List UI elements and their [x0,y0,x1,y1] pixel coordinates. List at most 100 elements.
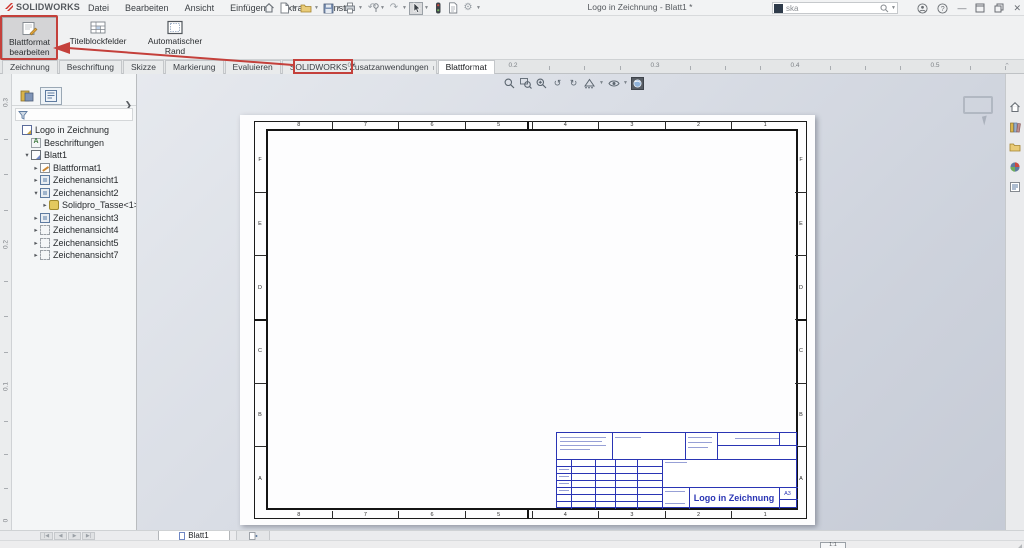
close-icon[interactable]: ✕ [1013,1,1021,15]
tree-item-label: Logo in Zeichnung [35,125,109,135]
zoom-area-icon[interactable] [519,77,532,90]
expander-closed-icon[interactable]: ▸ [41,201,49,209]
tree-item-blatt1[interactable]: ▾Blatt1 [12,149,136,162]
title-block[interactable]: Logo in Zeichnung A3 [556,432,797,508]
expander-closed-icon[interactable]: ▸ [32,164,40,172]
save-icon[interactable] [321,2,335,15]
hruler-label: 0.2 [508,62,517,69]
expander-closed-icon[interactable]: ▸ [32,239,40,247]
panel-tab-bar: ❯ [12,86,136,106]
tree-item-zeichenansicht5[interactable]: ▸Zeichenansicht5 [12,237,136,250]
feature-tree-tab[interactable] [16,87,38,105]
section-view-icon[interactable] [583,77,596,90]
chevron-down-icon[interactable]: ▼ [336,5,342,11]
options-gear-icon[interactable]: ⚙ [461,2,475,15]
tree-item-zeichenansicht1[interactable]: ▸Zeichenansicht1 [12,174,136,187]
nav-prev-icon[interactable]: ◀ [54,532,67,540]
drawing-sheet[interactable]: 87654321 87654321 FEDCBA FEDCBA [240,115,815,525]
chevron-down-icon[interactable]: ▼ [599,80,604,86]
menu-bearbeiten[interactable]: Bearbeiten [117,0,177,16]
chevron-down-icon[interactable]: ▼ [424,5,430,11]
edit-sheet-format-button[interactable]: Blattformat bearbeiten [2,17,57,59]
hruler-tick [620,66,621,70]
nav-last-icon[interactable]: ▶| [82,532,95,540]
tab-beschriftung[interactable]: Beschriftung [59,60,122,74]
chevron-down-icon[interactable]: ▼ [402,5,408,11]
tree-item-blattformat1[interactable]: ▸Blattformat1 [12,162,136,175]
tree-item-logo-in-zeichnung[interactable]: Logo in Zeichnung [12,124,136,137]
nav-next-icon[interactable]: ▶ [68,532,81,540]
solidworks-logo: SOLIDWORKS [4,2,80,12]
chevron-down-icon[interactable]: ▼ [314,5,320,11]
expander-closed-icon[interactable]: ▸ [32,251,40,259]
print-icon[interactable] [343,2,357,15]
open-folder-icon[interactable] [299,2,313,15]
nav-first-icon[interactable]: |◀ [40,532,53,540]
collapse-ribbon-icon[interactable]: ⌃ [1004,62,1010,70]
chevron-down-icon[interactable]: ▼ [358,5,364,11]
hide-show-icon[interactable] [607,77,620,90]
search-icon[interactable] [877,4,891,13]
search-box[interactable]: ▼ [772,2,898,14]
expander-closed-icon[interactable]: ▸ [32,176,40,184]
tree-item-label: Zeichenansicht4 [53,225,119,235]
tree-item-zeichenansicht2[interactable]: ▾Zeichenansicht2 [12,187,136,200]
file-explorer-icon[interactable] [1008,140,1022,154]
view-settings-icon[interactable] [631,77,644,90]
file-properties-icon[interactable] [446,2,460,15]
tree-filter[interactable] [15,108,133,121]
restore-icon[interactable] [975,3,985,13]
expander-closed-icon[interactable]: ▸ [32,214,40,222]
menu-datei[interactable]: Datei [80,0,117,16]
cascade-icon[interactable] [994,3,1004,13]
chevron-down-icon[interactable]: ▼ [380,5,386,11]
chevron-down-icon[interactable]: ▼ [891,5,897,11]
minimize-icon[interactable]: — [957,1,966,15]
tab-evaluieren[interactable]: Evaluieren [225,60,281,74]
tab-zeichnung[interactable]: Zeichnung [2,60,58,74]
expander-closed-icon[interactable]: ▸ [32,226,40,234]
automatic-border-button[interactable]: Automatischer Rand [137,17,213,59]
zone-label: 4 [533,121,600,129]
tab-skizze[interactable]: Skizze [123,60,164,74]
user-account-icon[interactable] [917,3,928,14]
search-input[interactable] [786,4,877,13]
sheet-scale[interactable]: 1:1 [820,542,846,548]
zoom-inout-icon[interactable] [535,77,548,90]
graphics-area[interactable]: ↺ ↻ ▼ ▼ 87654321 87654321 FEDCBA FEDCBA [137,74,1005,530]
empty-view-icon [40,250,50,260]
rebuild-icon[interactable] [431,2,445,15]
previous-view-icon[interactable]: ↺ [551,77,564,90]
chevron-down-icon[interactable]: ▼ [292,5,298,11]
design-library-icon[interactable] [1008,120,1022,134]
title-block-fields-button[interactable]: Titelblockfelder [61,17,135,59]
expander-open-icon[interactable]: ▾ [32,189,40,197]
solidworks-resources-icon[interactable] [1008,100,1022,114]
tree-item-beschriftungen[interactable]: Beschriftungen [12,137,136,150]
tab-markierung[interactable]: Markierung [165,60,224,74]
hruler-label: 0.5 [930,62,939,69]
chevron-down-icon[interactable]: ▼ [476,5,482,11]
expander-open-icon[interactable]: ▾ [23,151,31,159]
tree-item-solidpro-tasse-1-[interactable]: ▸Solidpro_Tasse<1> [12,199,136,212]
help-icon[interactable]: ? [937,3,948,14]
sheet-icon [179,532,185,540]
tab-solidworks-zusatzanwendungen[interactable]: SOLIDWORKS Zusatzanwendungen [282,60,437,74]
tab-blattformat[interactable]: Blattformat [438,60,495,74]
home-icon[interactable] [262,2,276,15]
undo-icon[interactable]: ↶ [365,2,379,15]
menu-ansicht[interactable]: Ansicht [177,0,223,16]
select-cursor-icon[interactable] [409,2,423,15]
property-manager-tab[interactable] [40,87,62,105]
tree-item-zeichenansicht3[interactable]: ▸Zeichenansicht3 [12,212,136,225]
zoom-fit-icon[interactable] [503,77,516,90]
tree-item-zeichenansicht7[interactable]: ▸Zeichenansicht7 [12,249,136,262]
custom-properties-icon[interactable] [1008,180,1022,194]
hruler-tick [900,66,901,70]
chevron-down-icon[interactable]: ▼ [623,80,628,86]
appearances-icon[interactable] [1008,160,1022,174]
new-doc-icon[interactable] [277,2,291,15]
redo-icon[interactable]: ↷ [387,2,401,15]
tree-item-zeichenansicht4[interactable]: ▸ Zeichenansicht4 [12,224,136,237]
redraw-icon[interactable]: ↻ [567,77,580,90]
